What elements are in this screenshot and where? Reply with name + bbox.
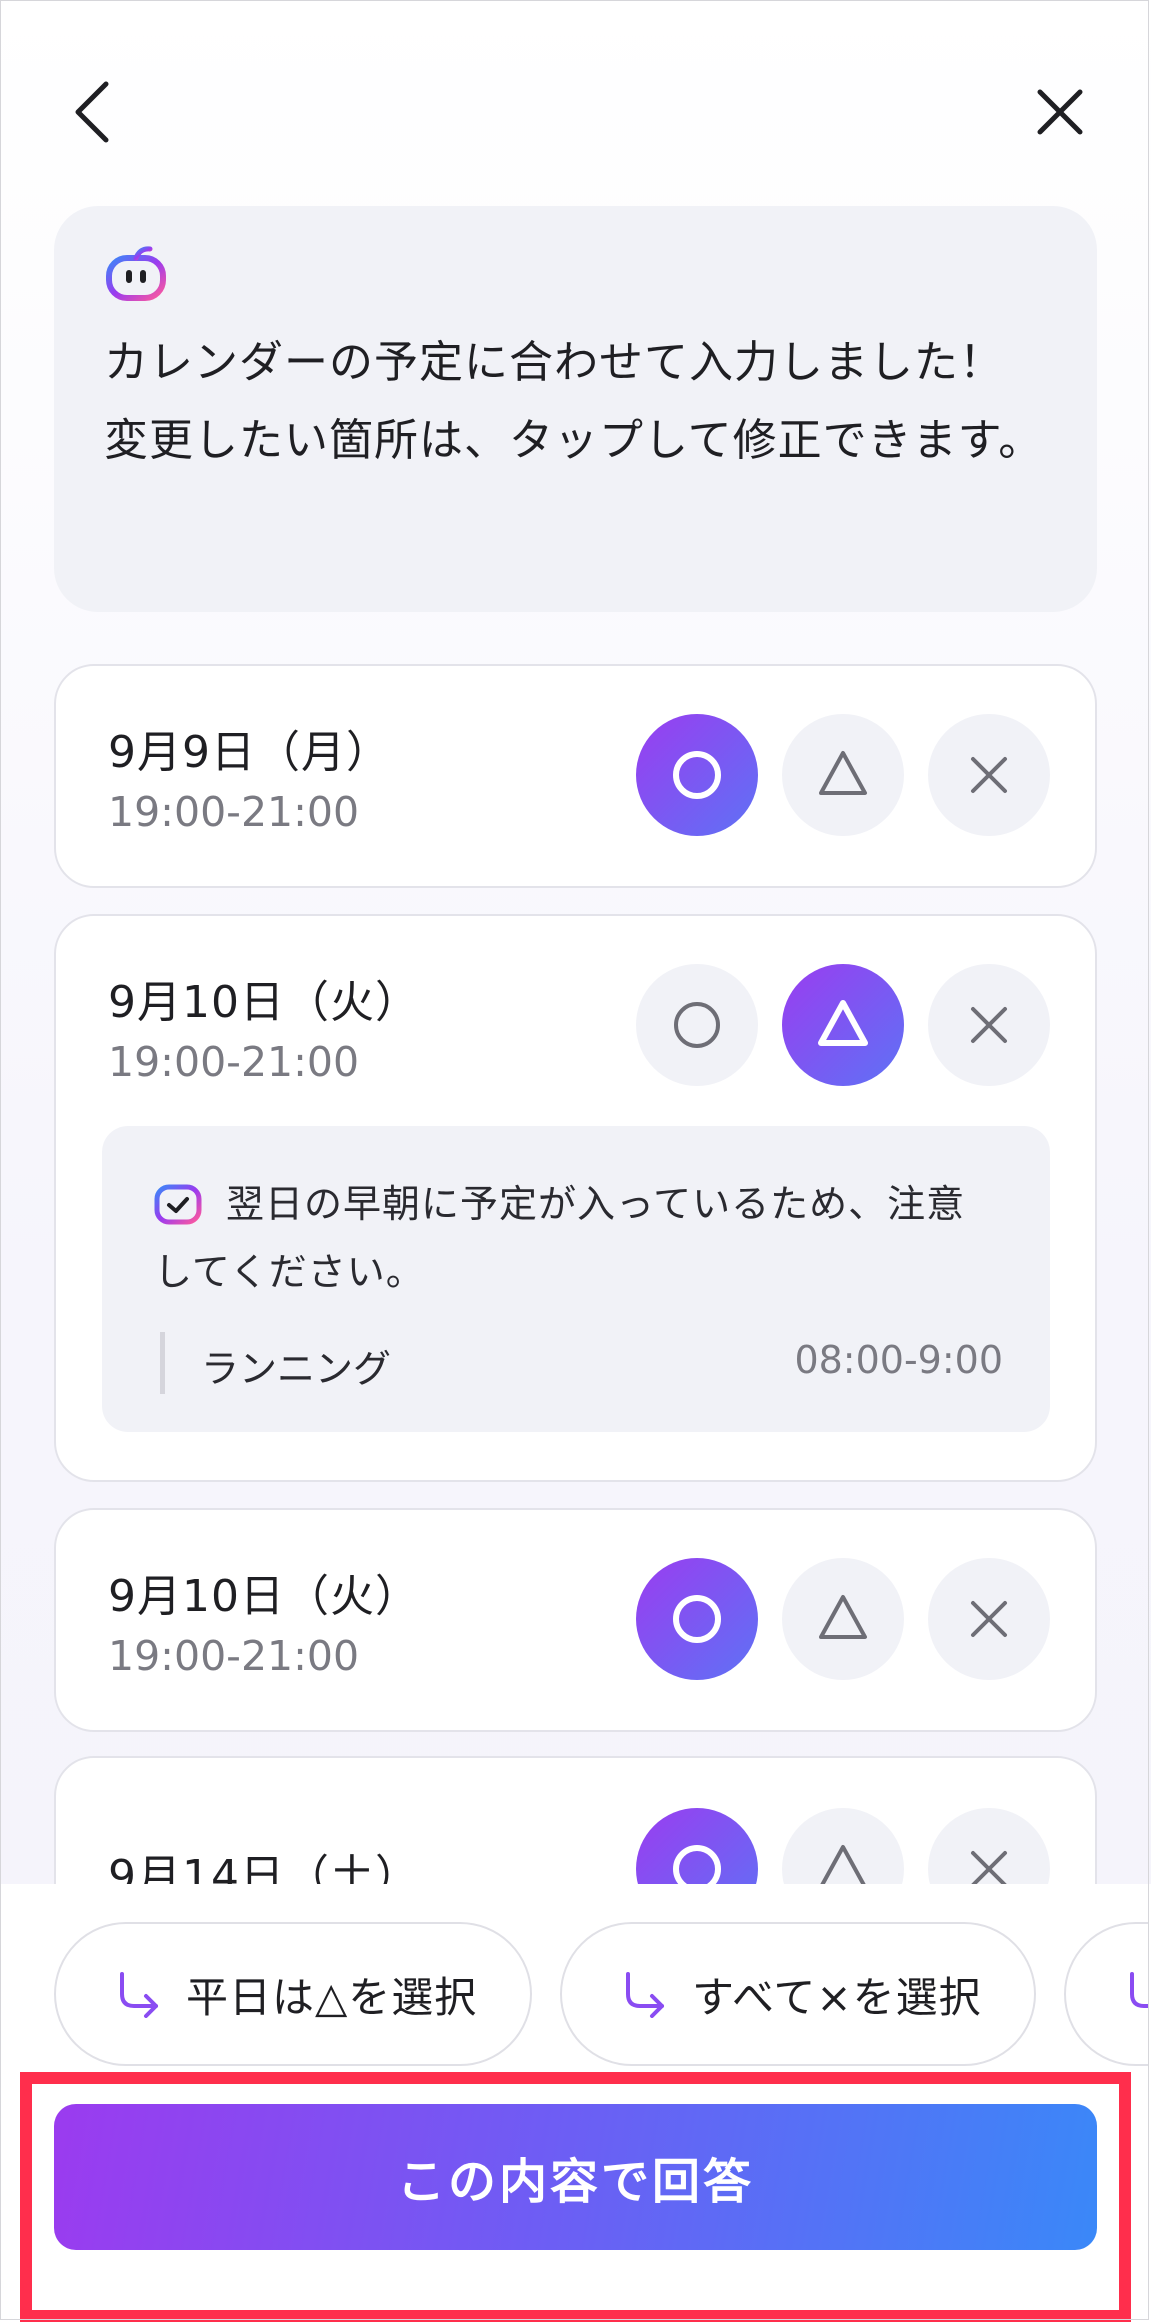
quick-action-chips: 平日は△を選択 すべて×を選択 xyxy=(0,1884,1149,2084)
conflicting-event: ランニング 08:00-9:00 xyxy=(160,1332,1003,1394)
available-circle-icon xyxy=(674,1002,720,1048)
date-card: 9月10日（火） 19:00-21:00 xyxy=(54,1508,1097,1732)
time-label: 19:00-21:00 xyxy=(108,1038,360,1086)
date-label: 9月9日（月） xyxy=(108,727,391,778)
maybe-button[interactable] xyxy=(782,964,904,1086)
submit-answer-button[interactable]: この内容で回答 xyxy=(54,2104,1097,2250)
bot-icon xyxy=(106,246,166,301)
turn-arrow-icon xyxy=(626,1972,664,2018)
available-button[interactable] xyxy=(636,714,758,836)
assistant-message: カレンダーの予定に合わせて入力しました！変更したい箇所は、タップして修正できます… xyxy=(54,206,1097,612)
maybe-button[interactable] xyxy=(782,1558,904,1680)
quick-action-all-unavailable[interactable]: すべて×を選択 xyxy=(560,1922,1036,2066)
available-button[interactable] xyxy=(636,1558,758,1680)
chip-label: すべて×を選択 xyxy=(692,1972,982,2022)
unavailable-cross-icon xyxy=(971,757,1007,793)
event-time: 08:00-9:00 xyxy=(794,1338,1003,1382)
turn-arrow-icon xyxy=(120,1972,158,2018)
available-button[interactable] xyxy=(636,964,758,1086)
time-label: 19:00-21:00 xyxy=(108,1632,360,1680)
event-name: ランニング xyxy=(201,1347,392,1391)
date-label: 9月10日（火） xyxy=(108,1571,420,1622)
calendar-check-icon xyxy=(154,1179,202,1225)
quick-action-weekdays-maybe[interactable]: 平日は△を選択 xyxy=(54,1922,532,2066)
close-icon xyxy=(1037,89,1083,135)
schedule-warning: 翌日の早朝に予定が入っているため、注意してください。 ランニング 08:00-9… xyxy=(102,1126,1050,1432)
maybe-triangle-icon xyxy=(818,1000,868,1046)
unavailable-cross-icon xyxy=(971,1601,1007,1637)
date-label: 9月10日（火） xyxy=(108,977,420,1028)
available-circle-icon xyxy=(673,751,721,799)
assistant-message-text: カレンダーの予定に合わせて入力しました！変更したい箇所は、タップして修正できます… xyxy=(104,337,1044,466)
unavailable-cross-icon xyxy=(971,1007,1007,1043)
unavailable-button[interactable] xyxy=(928,1558,1050,1680)
chevron-left-icon xyxy=(75,81,109,143)
maybe-triangle-icon xyxy=(819,1595,867,1639)
date-card: 9月9日（月） 19:00-21:00 xyxy=(54,664,1097,888)
submit-label: この内容で回答 xyxy=(396,2154,754,2210)
maybe-button[interactable] xyxy=(782,714,904,836)
chip-label: 平日は△を選択 xyxy=(186,1972,478,2022)
available-circle-icon xyxy=(673,1595,721,1643)
time-label: 19:00-21:00 xyxy=(108,788,360,836)
unavailable-button[interactable] xyxy=(928,964,1050,1086)
date-card: 9月10日（火） 19:00-21:00 翌日の早朝に予定が入っているため、注意… xyxy=(54,914,1097,1482)
unavailable-button[interactable] xyxy=(928,714,1050,836)
quick-action-more[interactable] xyxy=(1064,1922,1149,2066)
maybe-triangle-icon xyxy=(819,751,867,795)
back-button[interactable] xyxy=(52,72,132,152)
turn-arrow-icon xyxy=(1130,1972,1149,2008)
warning-text: 翌日の早朝に予定が入っているため、注意してください。 xyxy=(154,1182,966,1294)
close-button[interactable] xyxy=(1020,72,1100,152)
